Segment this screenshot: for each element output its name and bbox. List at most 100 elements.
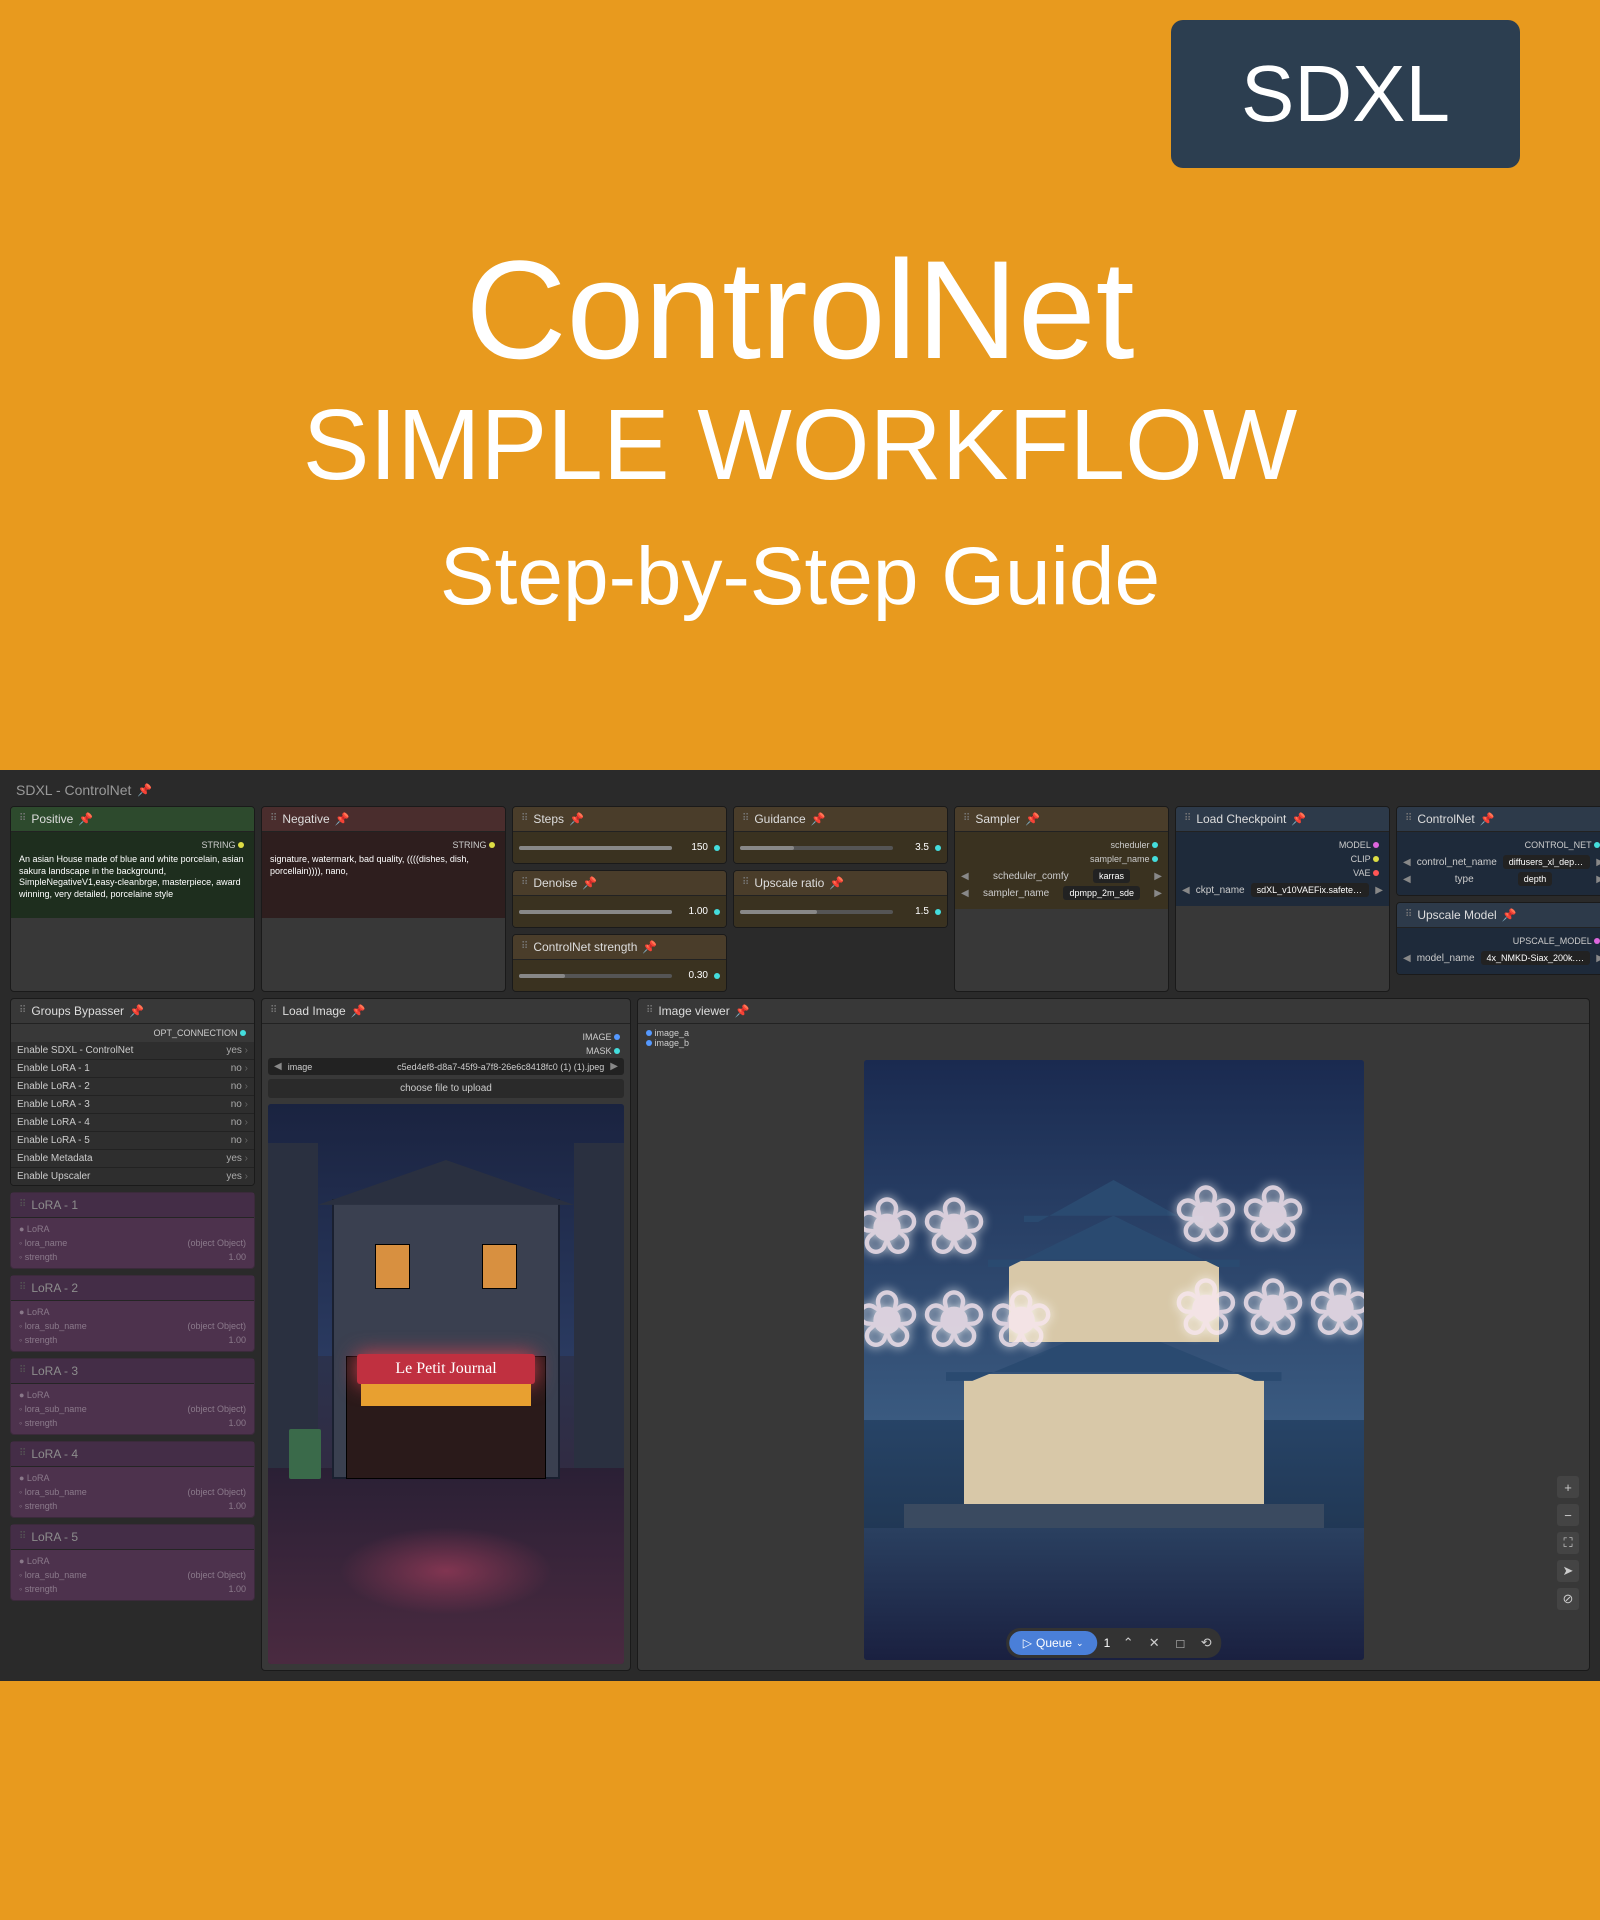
pin-icon: 📌 (78, 812, 93, 826)
controlnet-node[interactable]: ⠿ControlNet📌 CONTROL_NET ◀control_net_na… (1396, 806, 1600, 896)
queue-toolbar: ▷Queue⌄ 1 ⌃ ✕ □ ⟲ (1006, 1628, 1222, 1658)
node-title: Upscale ratio (754, 876, 824, 890)
load-image-node[interactable]: ⠿Load Image📌 IMAGE MASK ◀imagec5ed4ef8-d… (261, 998, 631, 1671)
input-image-preview: Le Petit Journal (268, 1104, 624, 1664)
close-icon[interactable]: ✕ (1142, 1631, 1166, 1655)
drag-icon: ⠿ (19, 814, 26, 824)
pin-icon: 📌 (351, 1004, 366, 1018)
sampler-node[interactable]: ⠿Sampler📌 scheduler sampler_name ◀schedu… (954, 806, 1169, 992)
steps-value: 150 (678, 842, 708, 853)
denoise-value: 1.00 (678, 906, 708, 917)
denoise-node[interactable]: ⠿Denoise📌 1.00 (512, 870, 727, 928)
drag-icon: ⠿ (742, 878, 749, 888)
refresh-icon[interactable]: ⟲ (1194, 1631, 1218, 1655)
steps-slider[interactable] (519, 846, 672, 850)
node-title: Negative (282, 812, 329, 826)
drag-icon: ⠿ (1184, 814, 1191, 824)
fit-icon[interactable]: ⛶ (1557, 1532, 1579, 1554)
pin-icon: 📌 (129, 1004, 144, 1018)
drag-icon: ⠿ (270, 1006, 277, 1016)
queue-button[interactable]: ▷Queue⌄ (1009, 1631, 1098, 1655)
title-block: ControlNet SIMPLE WORKFLOW Step-by-Step … (0, 240, 1600, 624)
workspace-title-bar: SDXL - ControlNet 📌 (10, 778, 1590, 806)
image-viewer-node[interactable]: ⠿Image viewer📌 image_a image_b (637, 998, 1590, 1671)
checkpoint-select[interactable]: ◀ckpt_namesdXL_v10VAEFix.safetensors▶ (1182, 883, 1383, 897)
output-label: OPT_CONNECTION (11, 1024, 254, 1042)
bypasser-row[interactable]: Enable SDXL - ControlNetyes › (11, 1042, 254, 1060)
node-title: ControlNet (1417, 812, 1474, 826)
upscale-ratio-node[interactable]: ⠿Upscale ratio📌 1.5 (733, 870, 948, 928)
drag-icon: ⠿ (521, 942, 528, 952)
queue-count: 1 (1100, 1636, 1115, 1650)
bypasser-row[interactable]: Enable LoRA - 4no › (11, 1114, 254, 1132)
lora-node[interactable]: ⠿LoRA - 2 ● LoRA ◦ lora_sub_name(object … (10, 1275, 255, 1352)
chevron-down-icon: ⌄ (1076, 1638, 1084, 1649)
controlnet-type-select[interactable]: ◀typedepth▶ (1403, 872, 1600, 886)
negative-prompt-node[interactable]: ⠿Negative📌 STRING signature, watermark, … (261, 806, 506, 992)
navigate-icon[interactable]: ➤ (1557, 1560, 1579, 1582)
pin-icon: 📌 (582, 876, 597, 890)
output-label: scheduler (961, 838, 1162, 852)
output-label: CONTROL_NET (1403, 838, 1600, 852)
upscale-ratio-slider[interactable] (740, 910, 893, 914)
sampler-select[interactable]: ◀sampler_namedpmpp_2m_sde▶ (961, 886, 1162, 900)
title-line1: ControlNet (0, 240, 1600, 380)
cn-strength-node[interactable]: ⠿ControlNet strength📌 0.30 (512, 934, 727, 992)
cn-strength-value: 0.30 (678, 970, 708, 981)
bypasser-row[interactable]: Enable LoRA - 1no › (11, 1060, 254, 1078)
controlnet-name-select[interactable]: ◀control_net_namediffusers_xl_depth_full… (1403, 855, 1600, 869)
zoom-out-icon[interactable]: − (1557, 1504, 1579, 1526)
positive-prompt-text[interactable]: An asian House made of blue and white po… (17, 852, 248, 912)
drag-icon: ⠿ (521, 878, 528, 888)
image-file-select[interactable]: ◀imagec5ed4ef8-d8a7-45f9-a7f8-26e6c8418f… (268, 1058, 624, 1075)
guidance-node[interactable]: ⠿Guidance📌 3.5 (733, 806, 948, 864)
upscale-model-select[interactable]: ◀model_name4x_NMKD-Siax_200k.pth▶ (1403, 951, 1600, 965)
pin-icon: 📌 (137, 783, 152, 797)
scheduler-select[interactable]: ◀scheduler_comfykarras▶ (961, 869, 1162, 883)
bypasser-row[interactable]: Enable LoRA - 3no › (11, 1096, 254, 1114)
lora-node[interactable]: ⠿LoRA - 5 ● LoRA ◦ lora_sub_name(object … (10, 1524, 255, 1601)
groups-bypasser-node[interactable]: ⠿ Groups Bypasser 📌 OPT_CONNECTION Enable … (10, 998, 255, 1186)
pin-icon: 📌 (1502, 908, 1517, 922)
positive-prompt-node[interactable]: ⠿ Positive 📌 STRING An asian House made of… (10, 806, 255, 992)
sdxl-badge: SDXL (1171, 20, 1520, 168)
guidance-slider[interactable] (740, 846, 893, 850)
bypasser-row[interactable]: Enable LoRA - 5no › (11, 1132, 254, 1150)
input-label: image_a (646, 1028, 1581, 1038)
upscale-model-node[interactable]: ⠿Upscale Model📌 UPSCALE_MODEL ◀model_nam… (1396, 902, 1600, 975)
lora-node[interactable]: ⠿LoRA - 3 ● LoRA ◦ lora_sub_name(object … (10, 1358, 255, 1435)
cn-strength-slider[interactable] (519, 974, 672, 978)
title-line2: SIMPLE WORKFLOW (0, 390, 1600, 500)
node-title: Groups Bypasser (31, 1004, 124, 1018)
steps-node[interactable]: ⠿Steps📌 150 (512, 806, 727, 864)
lora-node[interactable]: ⠿LoRA - 4 ● LoRA ◦ lora_sub_name(object … (10, 1441, 255, 1518)
zoom-in-icon[interactable]: + (1557, 1476, 1579, 1498)
output-label: UPSCALE_MODEL (1403, 934, 1600, 948)
input-label: image_b (646, 1038, 1581, 1048)
bypasser-row[interactable]: Enable Metadatayes › (11, 1150, 254, 1168)
negative-prompt-text[interactable]: signature, watermark, bad quality, ((((d… (268, 852, 499, 912)
node-title: Steps (533, 812, 564, 826)
drag-icon: ⠿ (963, 814, 970, 824)
upload-button[interactable]: choose file to upload (268, 1079, 624, 1098)
bypasser-row[interactable]: Enable Upscaleryes › (11, 1168, 254, 1185)
node-title: Positive (31, 812, 73, 826)
output-label: CLIP (1182, 852, 1383, 866)
drag-icon: ⠿ (1405, 910, 1412, 920)
output-label: STRING (17, 838, 248, 852)
queue-up-icon[interactable]: ⌃ (1116, 1631, 1140, 1655)
shop-sign: Le Petit Journal (357, 1354, 535, 1384)
drag-icon: ⠿ (521, 814, 528, 824)
reset-icon[interactable]: ⊘ (1557, 1588, 1579, 1610)
drag-icon: ⠿ (742, 814, 749, 824)
load-checkpoint-node[interactable]: ⠿Load Checkpoint📌 MODEL CLIP VAE ◀ckpt_n… (1175, 806, 1390, 992)
bypasser-row[interactable]: Enable LoRA - 2no › (11, 1078, 254, 1096)
pin-icon: 📌 (735, 1004, 750, 1018)
stop-icon[interactable]: □ (1168, 1631, 1192, 1655)
output-label: MODEL (1182, 838, 1383, 852)
denoise-slider[interactable] (519, 910, 672, 914)
lora-node[interactable]: ⠿LoRA - 1 ● LoRA ◦ lora_name(object Obje… (10, 1192, 255, 1269)
upscale-ratio-value: 1.5 (899, 906, 929, 917)
pin-icon: 📌 (1025, 812, 1040, 826)
drag-icon: ⠿ (19, 1006, 26, 1016)
